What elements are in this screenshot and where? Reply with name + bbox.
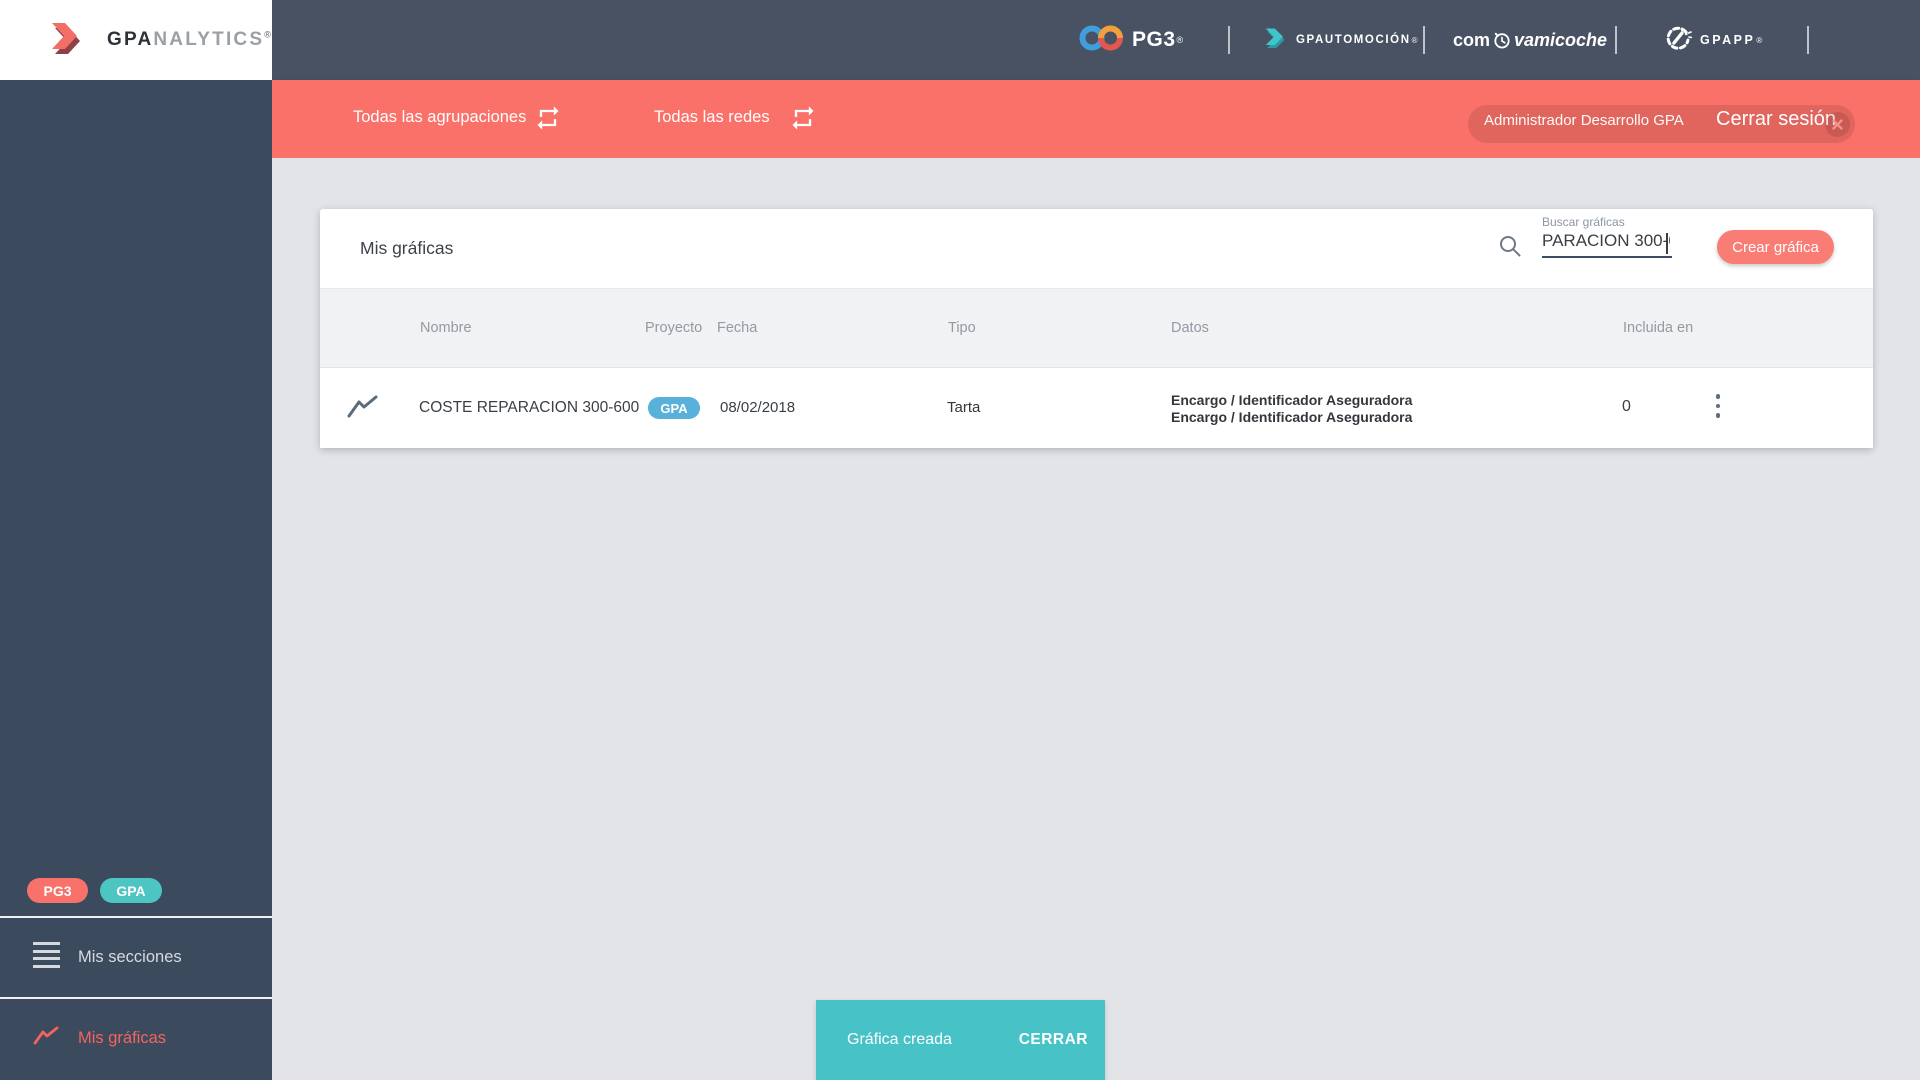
row-included-in: 0 — [1622, 398, 1631, 415]
gpautomocion-arrow-icon — [1262, 24, 1289, 56]
create-grafica-button[interactable]: Crear gráfica — [1717, 230, 1834, 264]
gpanalytics-arrow-icon — [47, 16, 87, 65]
search-input-label: Buscar gráficas — [1542, 215, 1625, 229]
comprova-post-label: vamicoche — [1514, 29, 1608, 50]
gpautomocion-registered: ® — [1411, 35, 1418, 45]
row-datos: Encargo / Identificador Aseguradora Enca… — [1171, 392, 1412, 426]
user-name: Administrador Desarrollo GPA — [1484, 112, 1684, 129]
column-header-proyecto: Proyecto — [645, 320, 703, 336]
brand-wordmark: GPANALYTICS® — [107, 29, 274, 50]
logout-button[interactable]: Cerrar sesión — [1716, 108, 1836, 131]
snackbar-close-button[interactable]: CERRAR — [1019, 1031, 1088, 1049]
gpautomocion-label: GPAUTOMOCIÓN — [1296, 34, 1411, 46]
comprovamicoche-logo[interactable]: com vamicoche — [1453, 0, 1607, 80]
row-menu-button[interactable] — [1708, 392, 1728, 420]
column-header-datos: Datos — [1171, 320, 1209, 336]
sidebar-item-mis-graficas[interactable]: Mis gráficas — [0, 999, 272, 1079]
sidebar-item-label: Mis secciones — [78, 948, 182, 966]
pg3-logo[interactable]: PG3 ® — [1078, 0, 1183, 80]
clock-icon — [1492, 30, 1512, 50]
sidebar-badge-gpa[interactable]: GPA — [100, 878, 162, 903]
header-divider — [1228, 26, 1230, 54]
app-root: PG3 ® GPAUTOMOCIÓN ® com vamicoche GPAPP… — [0, 0, 1920, 1080]
project-badge: GPA — [648, 397, 700, 419]
agrupaciones-swap-icon[interactable] — [534, 104, 562, 132]
header-divider — [1615, 26, 1617, 54]
gpautomocion-logo[interactable]: GPAUTOMOCIÓN ® — [1262, 0, 1418, 80]
chart-line-icon — [33, 1024, 59, 1053]
pg3-infinity-icon — [1078, 22, 1124, 59]
snackbar-message: Gráfica creada — [847, 1031, 952, 1048]
sidebar-item-label: Mis gráficas — [78, 1029, 167, 1047]
search-icon — [1498, 234, 1523, 264]
column-header-incluida-en: Incluida en — [1623, 320, 1694, 336]
chart-line-icon — [346, 393, 379, 426]
top-header: PG3 ® GPAUTOMOCIÓN ® com vamicoche GPAPP… — [272, 0, 1920, 80]
agrupaciones-filter-label: Todas las agrupaciones — [353, 108, 527, 126]
brand-logo: GPANALYTICS® — [0, 0, 272, 80]
search-graficas-input[interactable] — [1542, 231, 1670, 251]
row-datos-line1: Encargo / Identificador Aseguradora — [1171, 392, 1413, 408]
sidebar-item-mis-secciones[interactable]: Mis secciones — [0, 918, 272, 998]
header-divider — [1807, 26, 1809, 54]
redes-swap-icon[interactable] — [789, 104, 817, 132]
row-type: Tarta — [947, 399, 981, 416]
sidebar-badge-pg3[interactable]: PG3 — [27, 878, 88, 903]
text-caret — [1666, 233, 1668, 254]
logout-close-icon[interactable] — [1825, 112, 1850, 137]
row-date: 08/02/2018 — [720, 399, 796, 416]
gpapp-registered: ® — [1756, 35, 1763, 45]
redes-filter-label: Todas las redes — [654, 108, 770, 126]
menu-icon — [33, 942, 60, 968]
page-title: Mis gráficas — [360, 238, 454, 258]
gpapp-wrench-icon — [1664, 24, 1693, 57]
comprova-pre-label: com — [1453, 29, 1491, 50]
column-header-nombre: Nombre — [420, 320, 472, 336]
snackbar: Gráfica creada CERRAR — [816, 1000, 1105, 1080]
row-datos-line2: Encargo / Identificador Aseguradora — [1171, 409, 1413, 425]
pg3-label: PG3 — [1132, 28, 1176, 51]
pg3-registered: ® — [1176, 35, 1184, 45]
gpapp-label: GPAPP — [1700, 33, 1756, 47]
row-name: COSTE REPARACION 300-600 — [419, 399, 640, 416]
column-header-fecha: Fecha — [717, 320, 758, 336]
column-header-tipo: Tipo — [948, 320, 976, 336]
gpapp-logo[interactable]: GPAPP ® — [1664, 0, 1762, 80]
search-input-underline — [1542, 256, 1672, 258]
header-divider — [1423, 26, 1425, 54]
